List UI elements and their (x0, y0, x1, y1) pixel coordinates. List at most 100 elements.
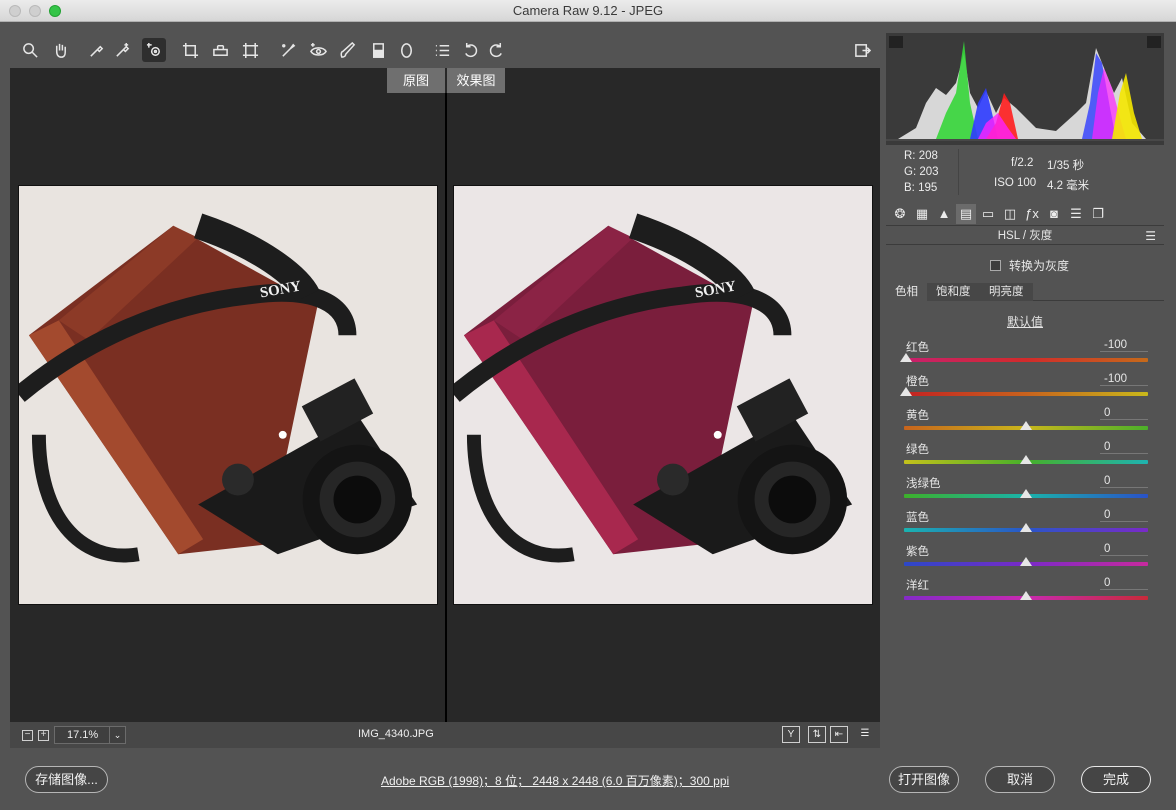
presets-icon[interactable]: ☰ (1066, 204, 1086, 224)
graduated-filter-icon[interactable] (366, 38, 390, 62)
hsl-panel-icon[interactable]: ▤ (956, 204, 976, 224)
hue-slider-row: 橙色 -100 (900, 373, 1148, 407)
slider-value-field[interactable]: 0 (1100, 441, 1148, 454)
slider-track[interactable] (904, 392, 1148, 396)
after-image: SONY (453, 185, 873, 605)
zoom-out-button[interactable]: − (22, 730, 33, 741)
red-eye-icon[interactable] (306, 38, 330, 62)
r-readout: R: 208 (904, 150, 938, 162)
maximize-window-button[interactable] (49, 5, 61, 17)
close-window-button[interactable] (9, 5, 21, 17)
slider-thumb[interactable] (1020, 421, 1032, 430)
slider-value-field[interactable]: 0 (1100, 509, 1148, 522)
slider-value-field[interactable]: 0 (1100, 407, 1148, 420)
slider-value-field[interactable]: -100 (1100, 373, 1148, 386)
crop-icon[interactable] (178, 38, 202, 62)
split-divider (445, 93, 447, 722)
swap-settings-icon[interactable]: ⇅ (808, 726, 826, 743)
hue-slider-row: 蓝色 0 (904, 509, 1148, 543)
camera-calibration-icon[interactable]: ◙ (1044, 204, 1064, 224)
zoom-icon[interactable] (18, 38, 42, 62)
slider-thumb[interactable] (900, 387, 912, 396)
effects-icon[interactable]: ƒx (1022, 204, 1042, 224)
copy-settings-icon[interactable]: ⇤ (830, 726, 848, 743)
done-button[interactable]: 完成 (1081, 766, 1151, 793)
panel-menu-icon[interactable]: ☰ (1145, 227, 1156, 245)
hue-slider-row: 紫色 0 (904, 543, 1148, 577)
histogram (886, 33, 1164, 145)
camera-raw-window: Camera Raw 9.12 - JPEG 原图 效果图 SONY SONY … (0, 0, 1176, 810)
tab-luminance[interactable]: 明亮度 (980, 283, 1033, 301)
slider-value-field[interactable]: -100 (1100, 339, 1148, 352)
split-toning-icon[interactable]: ▭ (978, 204, 998, 224)
shutter-value: 1/35 秒 (1047, 160, 1085, 172)
pixel-readout: R: 208 G: 203 B: 195 f/2.2 1/35 秒 ISO 10… (886, 147, 1164, 199)
g-readout: G: 203 (904, 166, 939, 178)
detail-panel-icon[interactable]: ▲ (934, 204, 954, 224)
rotate-left-icon[interactable] (458, 38, 482, 62)
tone-curve-icon[interactable]: ▦ (912, 204, 932, 224)
workflow-options-link[interactable]: Adobe RGB (1998)；8 位； 2448 x 2448 (6.0 百… (381, 772, 729, 789)
panel-title: HSL / 灰度 (997, 230, 1053, 242)
slider-label: 绿色 (906, 444, 929, 456)
slider-label: 浅绿色 (906, 478, 941, 490)
slider-label: 蓝色 (906, 512, 929, 524)
slider-thumb[interactable] (1020, 557, 1032, 566)
transform-icon[interactable] (238, 38, 262, 62)
before-after-view-icon[interactable]: Y (782, 726, 800, 743)
targeted-adjustment-icon[interactable] (142, 38, 166, 62)
b-readout: B: 195 (904, 182, 938, 194)
slider-thumb[interactable] (900, 353, 912, 362)
snapshots-icon[interactable]: ❐ (1088, 204, 1108, 224)
list-icon[interactable] (430, 38, 454, 62)
convert-grayscale-checkbox[interactable] (990, 260, 1001, 271)
white-balance-icon[interactable] (84, 38, 108, 62)
panel-tab-bar: ❂ ▦ ▲ ▤ ▭ ◫ ƒx ◙ ☰ ❐ (886, 202, 1164, 226)
chevron-down-icon[interactable]: ⌄ (109, 727, 125, 743)
preview-area: 原图 效果图 SONY SONY (10, 68, 880, 722)
open-image-button[interactable]: 打开图像 (889, 766, 959, 793)
slider-track[interactable] (904, 358, 1148, 362)
slider-thumb[interactable] (1020, 455, 1032, 464)
color-sampler-icon[interactable] (110, 38, 134, 62)
slider-value-field[interactable]: 0 (1100, 577, 1148, 590)
hue-slider-row: 黄色 0 (904, 407, 1148, 441)
slider-thumb[interactable] (1020, 523, 1032, 532)
hsl-sub-tabs: 色相 饱和度 明亮度 (886, 283, 1164, 301)
cancel-button[interactable]: 取消 (985, 766, 1055, 793)
tab-saturation[interactable]: 饱和度 (927, 283, 980, 301)
minimize-window-button[interactable] (29, 5, 41, 17)
fullscreen-icon[interactable] (850, 38, 874, 62)
straighten-icon[interactable] (208, 38, 232, 62)
save-image-button[interactable]: 存储图像... (25, 766, 108, 793)
slider-thumb[interactable] (1020, 489, 1032, 498)
slider-value-field[interactable]: 0 (1100, 543, 1148, 556)
radial-filter-icon[interactable] (394, 38, 418, 62)
convert-grayscale-label: 转换为灰度 (1009, 259, 1070, 273)
before-image: SONY (18, 185, 438, 605)
panel-header: HSL / 灰度 ☰ (886, 227, 1164, 245)
file-name: IMG_4340.JPG (358, 728, 434, 740)
default-link[interactable]: 默认值 (886, 313, 1164, 330)
slider-label: 黄色 (906, 410, 929, 422)
rotate-right-icon[interactable] (484, 38, 508, 62)
adjustment-brush-icon[interactable] (336, 38, 360, 62)
slider-label: 紫色 (906, 546, 929, 558)
tab-hue[interactable]: 色相 (886, 283, 927, 301)
slider-thumb[interactable] (1020, 591, 1032, 600)
hand-icon[interactable] (48, 38, 72, 62)
convert-grayscale-option[interactable]: 转换为灰度 (990, 257, 1069, 274)
view-settings-icon[interactable]: ☰ (856, 726, 874, 743)
lens-corrections-icon[interactable]: ◫ (1000, 204, 1020, 224)
slider-label: 洋红 (906, 580, 929, 592)
slider-value-field[interactable]: 0 (1100, 475, 1148, 488)
hue-slider-row: 洋红 0 (904, 577, 1148, 611)
basic-panel-icon[interactable]: ❂ (890, 204, 910, 224)
tool-bar (10, 33, 880, 68)
zoom-in-button[interactable]: + (38, 730, 49, 741)
spot-removal-icon[interactable] (276, 38, 300, 62)
preview-status-bar: − + 17.1% ⌄ IMG_4340.JPG Y ⇅ ⇤ ☰ (10, 722, 880, 748)
before-label: 原图 (387, 68, 445, 93)
zoom-level-select[interactable]: 17.1% ⌄ (54, 726, 126, 744)
hue-slider-row: 红色 -100 (900, 339, 1148, 373)
